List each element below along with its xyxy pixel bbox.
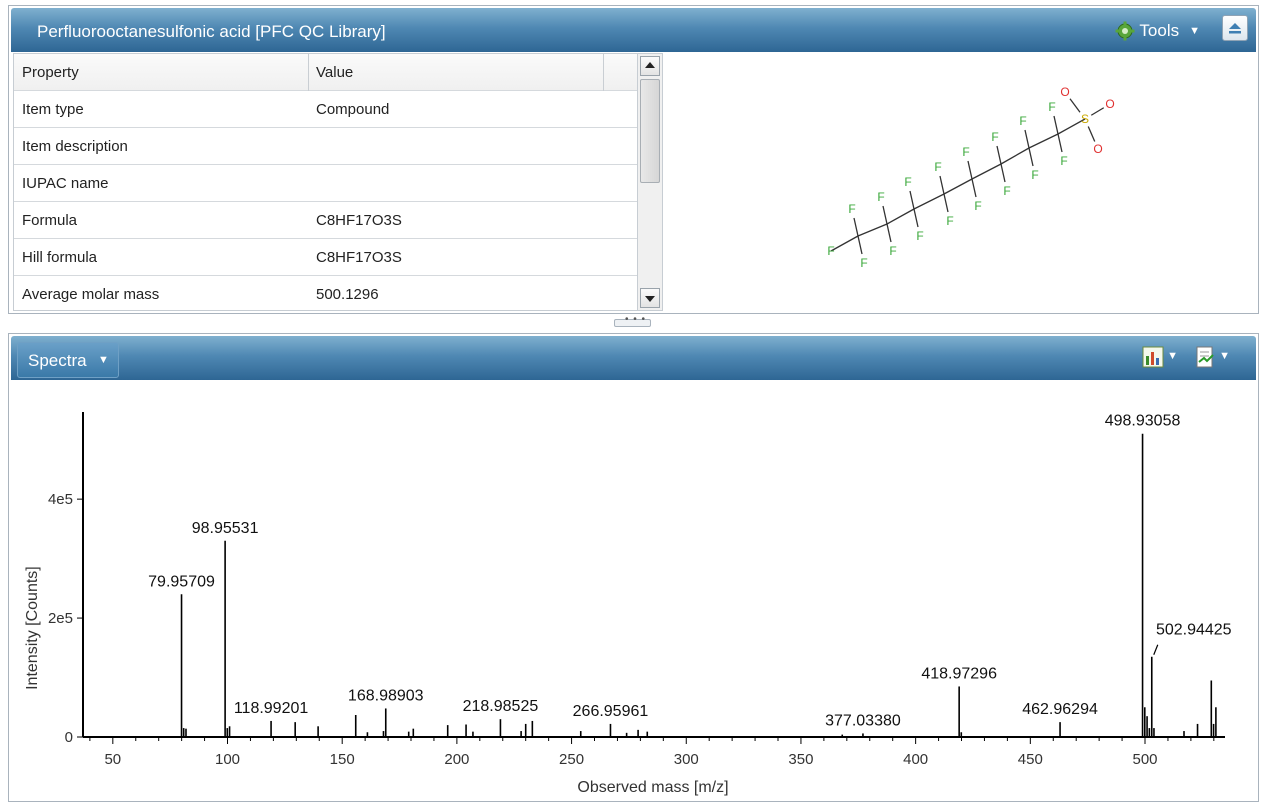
fluorine-atom: F [934,160,941,174]
peak-label: 498.93058 [1105,413,1181,430]
property-name: Item description [22,138,128,155]
spectra-title-bar: Spectra ▼ ▼ ▼ [11,336,1256,380]
peak-label: 168.98903 [348,687,424,704]
mass-spectrum-chart: 50 100 150 200 250 300 350 400 450 500 0 2e5 4e5 Obse… [24,412,1232,796]
spectra-menu-button[interactable]: Spectra ▼ [17,342,119,378]
x-tick-label: 300 [674,751,699,768]
property-value: Compound [316,101,390,118]
property-name: Item type [22,101,84,118]
chevron-down-icon [645,296,655,302]
x-tick-label: 400 [903,751,928,768]
table-row[interactable]: IUPAC name [14,165,639,202]
y-tick-label: 2e5 [48,610,73,627]
table-row[interactable]: Average molar mass 500.1296 [14,276,639,313]
x-tick-label: 500 [1132,751,1157,768]
table-row[interactable]: Item type Compound [14,91,639,128]
molecule-structure: FFFFFFFFFFFFFFFFFSOOO [827,85,1114,270]
fluorine-atom: F [848,202,855,216]
oxygen-atom: O [1105,97,1114,111]
property-name: Formula [22,212,78,229]
property-name: Average molar mass [22,286,160,303]
x-tick-label: 150 [330,751,355,768]
chevron-down-icon: ▼ [98,354,109,366]
fluorine-atom: F [1031,168,1038,182]
sulfur-atom: S [1081,112,1089,126]
property-value: C8HF17O3S [316,249,402,266]
peak-label: 98.95531 [192,520,259,537]
fluorine-atom: F [962,145,969,159]
grid-header: Property Value [14,54,639,91]
x-tick-label: 350 [788,751,813,768]
fluorine-atom: F [1048,100,1055,114]
property-name: Hill formula [22,249,98,266]
spectra-panel: Spectra ▼ ▼ ▼ 50 100 150 200 250 300 350 400 450… [8,333,1259,802]
column-header-value[interactable]: Value [316,64,353,81]
grid-scrollbar[interactable] [637,53,663,311]
x-tick-label: 50 [104,751,121,768]
fluorine-atom: F [877,190,884,204]
oxygen-atom: O [1093,142,1102,156]
y-tick-label: 4e5 [48,491,73,508]
table-row[interactable]: Formula C8HF17O3S [14,202,639,239]
chart-settings-icon[interactable] [1142,346,1164,368]
fluorine-atom: F [904,175,911,189]
property-value: 500.1296 [316,286,379,303]
x-tick-label: 200 [444,751,469,768]
column-header-property[interactable]: Property [22,64,79,81]
fluorine-atom: F [974,199,981,213]
compound-panel: Perfluorooctanesulfonic acid [PFC QC Lib… [8,5,1259,314]
y-tick-label: 0 [65,729,73,746]
fluorine-atom: F [1060,154,1067,168]
scroll-thumb[interactable] [640,79,660,183]
x-axis-label: Observed mass [m/z] [577,779,728,796]
peak-label: 118.99201 [234,700,309,717]
chevron-down-icon[interactable]: ▼ [1167,350,1178,362]
export-icon[interactable] [1194,346,1216,368]
eject-icon [1229,23,1241,34]
spectra-label: Spectra [28,351,87,370]
fluorine-atom: F [889,244,896,258]
chevron-up-icon [645,62,655,68]
peak-label: 502.94425 [1156,622,1232,639]
collapse-panel-button[interactable] [1222,15,1248,41]
fluorine-atom: F [946,214,953,228]
compound-title-bar: Perfluorooctanesulfonic acid [PFC QC Lib… [11,8,1256,52]
chevron-down-icon: ▼ [1189,25,1200,37]
x-tick-label: 250 [559,751,584,768]
fluorine-atom: F [827,244,834,258]
x-tick-label: 450 [1018,751,1043,768]
peak-label: 418.97296 [921,665,997,682]
fluorine-atom: F [991,130,998,144]
scroll-up-button[interactable] [640,56,660,76]
x-tick-label: 100 [215,751,240,768]
panel-splitter[interactable]: • • • [614,314,651,327]
peak-label: 218.98525 [463,698,539,715]
tools-label: Tools [1139,21,1180,40]
fluorine-atom: F [860,256,867,270]
tools-menu-button[interactable]: Tools ▼ [1115,21,1200,41]
fluorine-atom: F [1019,114,1026,128]
compound-title: Perfluorooctanesulfonic acid [PFC QC Lib… [37,22,386,41]
fluorine-atom: F [916,229,923,243]
property-value: C8HF17O3S [316,212,402,229]
property-grid: Property Value Item type Compound Item d… [13,53,639,313]
peak-label: 377.03380 [825,712,901,729]
peak-label: 266.95961 [573,703,649,720]
peak-label: 79.95709 [148,573,215,590]
table-row[interactable]: Item description [14,128,639,165]
peak-label: 462.96294 [1022,701,1098,718]
y-axis-label: Intensity [Counts] [24,566,41,690]
table-row[interactable]: Hill formula C8HF17O3S [14,239,639,276]
fluorine-atom: F [1003,184,1010,198]
oxygen-atom: O [1060,85,1069,99]
property-name: IUPAC name [22,175,109,192]
scroll-down-button[interactable] [640,288,660,308]
gear-icon [1115,21,1135,41]
chevron-down-icon[interactable]: ▼ [1219,350,1230,362]
